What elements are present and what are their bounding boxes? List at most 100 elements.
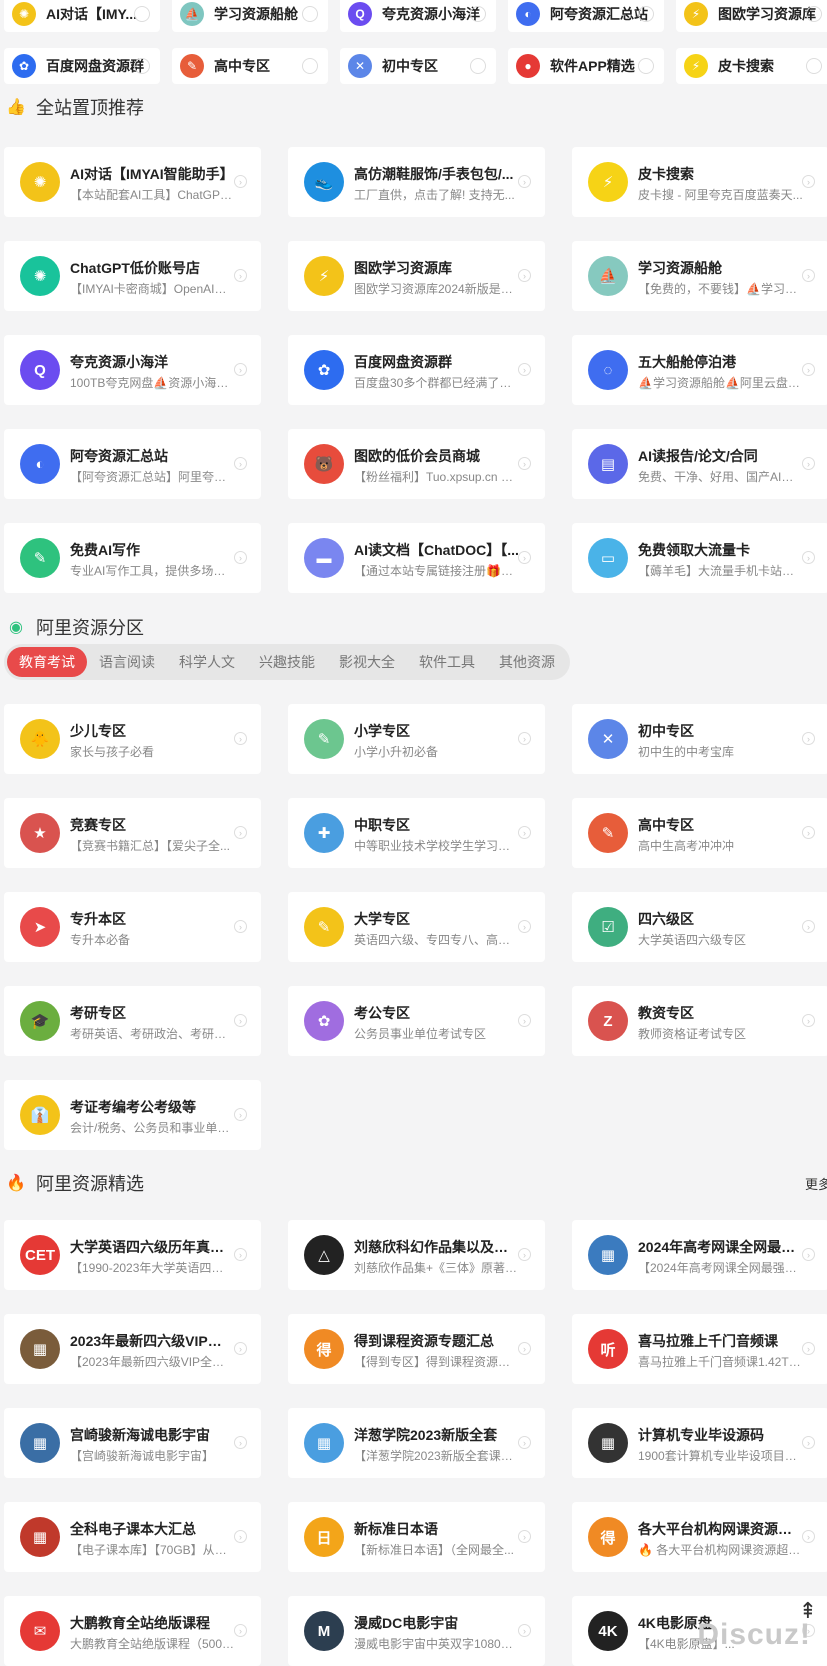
resource-desc: 【电子课本库】【70GB】从小... (70, 1543, 235, 1557)
resource-title: 各大平台机构网课资源超... (638, 1521, 803, 1537)
quick-link[interactable]: ✺ AI对话【IMY... (4, 0, 160, 32)
resource-card[interactable]: ✕ 初中专区 初中生的中考宝库 › (572, 704, 827, 774)
resource-card[interactable]: ▭ 免费领取大流量卡 【薅羊毛】大流量手机卡站长... › (572, 523, 827, 593)
resource-card[interactable]: 听喜马拉雅上千门音频课 喜马拉雅上千门音频课1.42T全... › (572, 1314, 827, 1384)
resource-card[interactable]: Q 夸克资源小海洋 100TB夸克网盘⛵资源小海洋... › (4, 335, 261, 405)
category-tab[interactable]: 教育考试 (7, 647, 87, 677)
resource-card[interactable]: ☑ 四六级区 大学英语四六级专区 › (572, 892, 827, 962)
quick-link[interactable]: ● 软件APP精选 (508, 48, 664, 84)
chevron-right-icon: › (234, 1530, 247, 1543)
quick-link[interactable]: Q 夸克资源小海洋 (340, 0, 496, 32)
resource-card[interactable]: ▦ 洋葱学院2023新版全套 【洋葱学院2023新版全套课程... › (288, 1408, 545, 1478)
resource-title: 计算机专业毕设源码 (638, 1427, 764, 1443)
resource-card[interactable]: ◐ 阿夸资源汇总站 【阿夸资源汇总站】阿里夸克... › (4, 429, 261, 499)
resource-icon: ➤ (20, 907, 60, 947)
more-link[interactable]: 更多 (805, 1174, 827, 1193)
resource-desc: 【竞赛书籍汇总】【爱尖子全... (70, 839, 231, 853)
resource-card[interactable]: △ 刘慈欣科幻作品集以及三... 刘慈欣作品集+《三体》原著小... › (288, 1220, 545, 1290)
category-tab[interactable]: 科学人文 (167, 647, 247, 677)
resource-desc: 大鹏教育全站绝版课程（500余... (70, 1637, 235, 1651)
resource-card[interactable]: ▤ AI读报告/论文/合同 免费、干净、好用、国产AI领先 › (572, 429, 827, 499)
resource-card[interactable]: 🐥 少儿专区 家长与孩子必看 › (4, 704, 261, 774)
resource-card[interactable]: M 漫威DC电影宇宙 漫威电影宇宙中英双字1080P4... › (288, 1596, 545, 1666)
chevron-right-icon: › (234, 551, 247, 564)
resource-card[interactable]: ✚ 中职专区 中等职业技术学校学生学习专区 › (288, 798, 545, 868)
resource-card[interactable]: ▦ 宫崎骏新海诚电影宇宙 【宫崎骏新海诚电影宇宙】 › (4, 1408, 261, 1478)
chevron-right-icon: › (802, 1014, 815, 1027)
resource-title: 教资专区 (638, 1005, 694, 1021)
resource-card[interactable]: ▦ 计算机专业毕设源码 1900套计算机专业毕设项目代... › (572, 1408, 827, 1478)
resource-card[interactable]: ✎ 免费AI写作 专业AI写作工具，提供多场景A... › (4, 523, 261, 593)
resource-card[interactable]: ✿ 百度网盘资源群 百度盘30多个群都已经满了，... › (288, 335, 545, 405)
quick-link[interactable]: ⚡ 图欧学习资源库 (676, 0, 827, 32)
quick-link[interactable]: ⛵ 学习资源船舱 (172, 0, 328, 32)
resource-card[interactable]: 日新标准日本语 【新标准日本语】（全网最全... › (288, 1502, 545, 1572)
quick-link[interactable]: ✎ 高中专区 (172, 48, 328, 84)
chevron-right-icon: › (234, 175, 247, 188)
arrow-icon (806, 6, 822, 22)
resource-card[interactable]: ✺ ChatGPT低价账号店 【IMYAI卡密商城】OpenAI官... › (4, 241, 261, 311)
resource-card[interactable]: 得各大平台机构网课资源超... 🔥 各大平台机构网课资源超级... › (572, 1502, 827, 1572)
category-tab[interactable]: 语言阅读 (87, 647, 167, 677)
resource-card[interactable]: ✺ AI对话【IMYAI智能助手】 【本站配套AI工具】ChatGPT4.... › (4, 147, 261, 217)
resource-card[interactable]: 👟 高仿潮鞋服饰/手表包包/... 工厂直供，点击了解! 支持无... › (288, 147, 545, 217)
quick-link[interactable]: ⚡ 皮卡搜索 (676, 48, 827, 84)
resource-card[interactable]: ⛵ 学习资源船舱 【免费的，不要钱】⛵学习资... › (572, 241, 827, 311)
quick-link-icon: ◐ (516, 2, 540, 26)
resource-card[interactable]: ✎ 大学专区 英语四六级、专四专八、高等... › (288, 892, 545, 962)
category-tab[interactable]: 影视大全 (327, 647, 407, 677)
resource-card[interactable]: 🐻 图欧的低价会员商城 【粉丝福利】Tuo.xpsup.cn 是... › (288, 429, 545, 499)
category-tab[interactable]: 软件工具 (407, 647, 487, 677)
quick-link-label: 图欧学习资源库 (718, 6, 816, 22)
chevron-right-icon: › (234, 457, 247, 470)
resource-desc: 【粉丝福利】Tuo.xpsup.cn 是... (354, 470, 519, 484)
resource-card[interactable]: ▦ 全科电子课本大汇总 【电子课本库】【70GB】从小... › (4, 1502, 261, 1572)
resource-desc: 中等职业技术学校学生学习专区 (354, 839, 519, 853)
resource-icon: ✿ (304, 1001, 344, 1041)
resource-card[interactable]: ⚡ 图欧学习资源库 图欧学习资源库2024新版是一... › (288, 241, 545, 311)
category-tabs: 教育考试 语言阅读 科学人文 兴趣技能 影视大全 软件工具 其他资源 (4, 644, 570, 680)
resource-icon: ✎ (20, 538, 60, 578)
resource-card[interactable]: CET 大学英语四六级历年真题... 【1990-2023年大学英语四六级... › (4, 1220, 261, 1290)
resource-card[interactable]: ▦ 2024年高考网课全网最强... 【2024年高考网课全网最强合... › (572, 1220, 827, 1290)
resource-desc: 喜马拉雅上千门音频课1.42T全... (638, 1355, 803, 1369)
category-tab[interactable]: 其他资源 (487, 647, 567, 677)
resource-card[interactable]: 👔 考证考编考公考级等 会计/税务、公务员和事业单位... › (4, 1080, 261, 1150)
resource-card[interactable]: ✎ 高中专区 高中生高考冲冲冲 › (572, 798, 827, 868)
fire-icon: 🔥 (6, 1175, 26, 1192)
resource-card[interactable]: ▦ 2023年最新四六级VIP全程 【2023年最新四六级VIP全程】... › (4, 1314, 261, 1384)
resource-desc: 英语四六级、专四专八、高等... (354, 933, 519, 947)
resource-card[interactable]: ➤ 专升本区 专升本必备 › (4, 892, 261, 962)
resource-card[interactable]: 🎓 考研专区 考研英语、考研政治、考研数... › (4, 986, 261, 1056)
resource-title: 考研专区 (70, 1005, 126, 1021)
resource-card[interactable]: Z 教资专区 教师资格证考试专区 › (572, 986, 827, 1056)
back-to-top-icon[interactable]: ⇞ (795, 1598, 821, 1624)
quick-link[interactable]: ◐ 阿夸资源汇总站 (508, 0, 664, 32)
quick-link-icon: ✕ (348, 54, 372, 78)
resource-desc: 工厂直供，点击了解! 支持无... (354, 188, 515, 202)
resource-icon: ◌ (588, 350, 628, 390)
resource-desc: 【免费的，不要钱】⛵学习资... (638, 282, 803, 296)
chevron-right-icon: › (518, 1248, 531, 1261)
resource-icon: ◐ (20, 444, 60, 484)
chevron-right-icon: › (518, 1014, 531, 1027)
resource-card[interactable]: ⚡ 皮卡搜索 皮卡搜 - 阿里夸克百度蓝奏天... › (572, 147, 827, 217)
resource-desc: 免费、干净、好用、国产AI领先 (638, 470, 803, 484)
resource-card[interactable]: ✿ 考公专区 公务员事业单位考试专区 › (288, 986, 545, 1056)
resource-card[interactable]: ✉ 大鹏教育全站绝版课程 大鹏教育全站绝版课程（500余... › (4, 1596, 261, 1666)
resource-card[interactable]: ✎ 小学专区 小学小升初必备 › (288, 704, 545, 774)
chevron-right-icon: › (518, 269, 531, 282)
chevron-right-icon: › (234, 269, 247, 282)
chevron-right-icon: › (802, 457, 815, 470)
resource-card[interactable]: ★ 竞赛专区 【竞赛书籍汇总】【爱尖子全... › (4, 798, 261, 868)
resource-card[interactable]: 得得到课程资源专题汇总 【得到专区】得到课程资源专... › (288, 1314, 545, 1384)
quick-link[interactable]: ✕ 初中专区 (340, 48, 496, 84)
category-tab[interactable]: 兴趣技能 (247, 647, 327, 677)
resource-desc: 【本站配套AI工具】ChatGPT4.... (70, 188, 235, 202)
quick-link-icon: ⚡ (684, 54, 708, 78)
chevron-right-icon: › (518, 1436, 531, 1449)
resource-card[interactable]: ◌ 五大船舱停泊港 ⛵学习资源船舱⛵阿里云盘资... › (572, 335, 827, 405)
quick-link[interactable]: ✿ 百度网盘资源群 (4, 48, 160, 84)
resource-card[interactable]: ▬ AI读文档【ChatDOC】【... 【通过本站专属链接注册🎁即... › (288, 523, 545, 593)
resource-desc: 公务员事业单位考试专区 (354, 1027, 487, 1041)
